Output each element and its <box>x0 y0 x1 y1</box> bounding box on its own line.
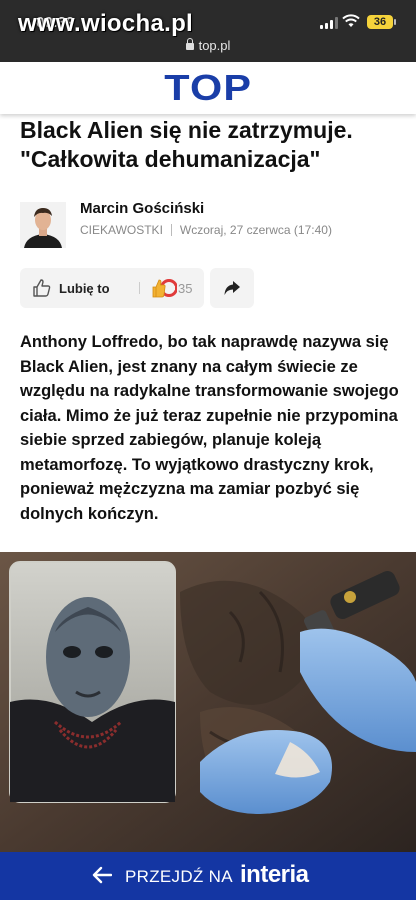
go-to-label: PRZEJDŹ NA <box>125 867 233 886</box>
like-button[interactable]: Lubię to 35 <box>20 268 204 308</box>
meta-divider <box>170 224 172 236</box>
signal-icon <box>320 17 338 29</box>
thumbs-up-icon <box>33 279 51 297</box>
share-button[interactable] <box>210 268 254 308</box>
like-divider <box>139 282 140 294</box>
url-text: top.pl <box>198 38 231 53</box>
author-avatar[interactable] <box>20 202 66 248</box>
arrow-left-icon <box>92 866 112 884</box>
interia-logo: interia <box>240 861 309 888</box>
reaction-icons <box>152 279 177 298</box>
go-to-interia-bar[interactable]: PRZEJDŹ NA interia <box>0 852 416 900</box>
like-count: 35 <box>178 281 193 296</box>
article-date: Wczoraj, 27 czerwca (17:40) <box>179 223 332 237</box>
battery-indicator: 36 <box>367 15 396 29</box>
site-logo[interactable]: TOP <box>164 62 252 114</box>
wifi-icon <box>342 14 360 27</box>
like-label: Lubię to <box>59 281 110 296</box>
article-meta: CIEKAWOSTKI Wczoraj, 27 czerwca (17:40) <box>80 223 332 237</box>
article-lead: Anthony Loffredo, bo tak naprawdę nazywa… <box>20 333 399 523</box>
watermark: www.wiocha.pl <box>18 10 194 37</box>
lock-icon <box>185 38 194 50</box>
address-bar[interactable]: top.pl <box>0 38 416 53</box>
share-arrow-icon <box>224 281 240 295</box>
site-header: TOP <box>0 62 416 114</box>
article-title: Black Alien się nie zatrzymuje. "Całkowi… <box>20 117 353 172</box>
status-bar: 09:39 www.wiocha.pl 36 top.pl <box>0 0 416 62</box>
article-photo[interactable] <box>0 552 416 852</box>
article-category[interactable]: CIEKAWOSTKI <box>80 223 163 237</box>
author-name[interactable]: Marcin Gościński <box>80 200 204 217</box>
